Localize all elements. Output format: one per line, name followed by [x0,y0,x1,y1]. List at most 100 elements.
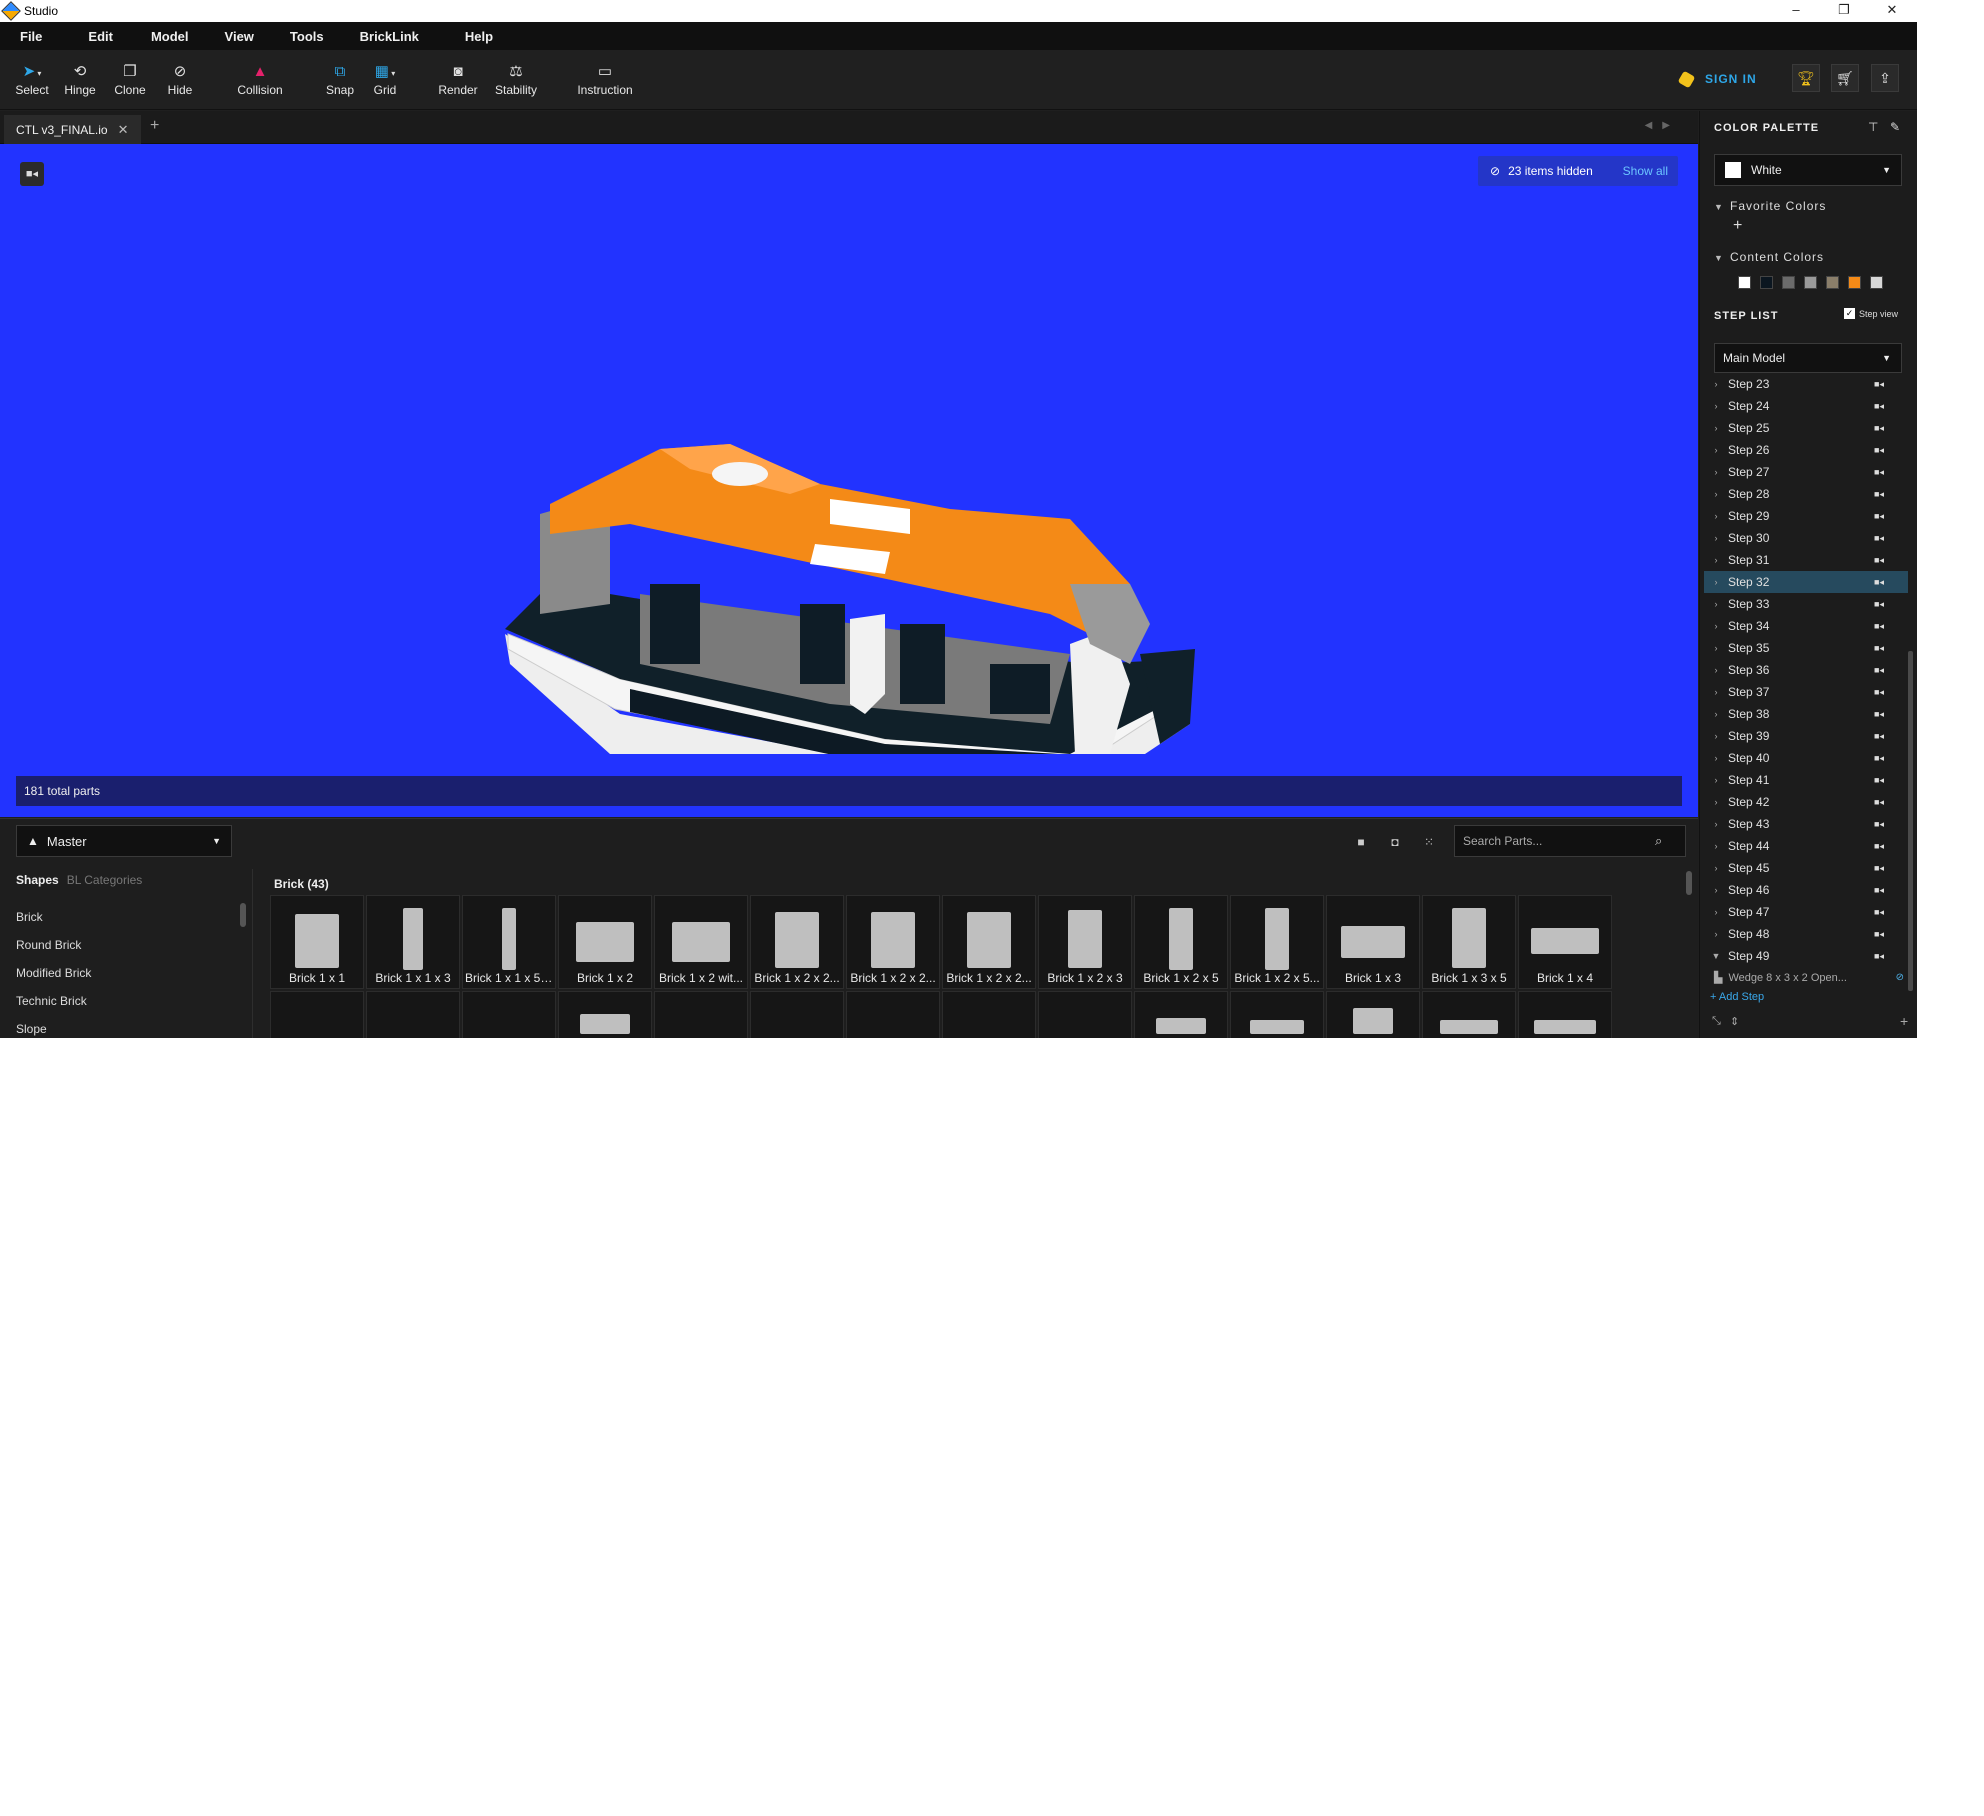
part-tile[interactable] [366,991,460,1038]
close-window-button[interactable]: ✕ [1870,0,1914,22]
step-item[interactable]: › Step 48 ■◂ [1704,923,1908,945]
camera-icon[interactable]: ■◂ [1874,687,1884,698]
large-view-icon[interactable]: ■ [1354,835,1368,849]
hidden-eye-icon[interactable]: ⊘ [1896,972,1904,983]
step-part-item[interactable]: ▙ Wedge 8 x 3 x 2 Open... ⊘ [1714,971,1904,985]
chevron-right-icon[interactable]: › [1704,863,1728,873]
part-tile[interactable]: Brick 1 x 3 x 5 [1422,895,1516,989]
chevron-right-icon[interactable]: › [1704,665,1728,675]
color-swatch[interactable] [1738,276,1751,289]
cart-button[interactable]: 🛒︎ [1831,64,1859,92]
camera-icon[interactable]: ■◂ [1874,885,1884,896]
color-swatch[interactable] [1804,276,1817,289]
menu-bricklink[interactable]: BrickLink [350,29,429,44]
checkbox-checked-icon[interactable]: ✓ [1844,308,1855,319]
menu-view[interactable]: View [215,29,264,44]
snap-tool-button[interactable]: ⧉ Snap [320,62,360,97]
part-tile[interactable] [654,991,748,1038]
part-tile[interactable] [750,991,844,1038]
step-item[interactable]: › Step 32 ■◂ [1704,571,1908,593]
part-tile[interactable]: Brick 1 x 2 x 2... [750,895,844,989]
camera-icon[interactable]: ■◂ [1874,753,1884,764]
palette-dropdown[interactable]: ▲ Master ▼ [16,825,232,857]
chevron-right-icon[interactable]: › [1704,643,1728,653]
grid-tool-button[interactable]: ▦ ▾ Grid [366,62,404,97]
step-item[interactable]: › Step 26 ■◂ [1704,439,1908,461]
chevron-right-icon[interactable]: › [1704,401,1728,411]
camera-icon[interactable]: ■◂ [1874,401,1884,412]
part-tile[interactable] [1038,991,1132,1038]
camera-icon[interactable]: ■◂ [1874,731,1884,742]
step-item[interactable]: › Step 24 ■◂ [1704,395,1908,417]
part-tile[interactable]: Brick 1 x 3 [1326,895,1420,989]
step-item[interactable]: › Step 28 ■◂ [1704,483,1908,505]
render-tool-button[interactable]: ◙ Render [436,62,480,97]
part-tile[interactable] [942,991,1036,1038]
part-tile[interactable] [270,991,364,1038]
camera-icon[interactable]: ■◂ [1874,445,1884,456]
step-item[interactable]: › Step 33 ■◂ [1704,593,1908,615]
sign-in-button[interactable]: SIGN IN [1677,70,1757,88]
show-all-link[interactable]: Show all [1623,164,1668,178]
chevron-right-icon[interactable]: › [1704,467,1728,477]
favorite-colors-header[interactable]: ▼ Favorite Colors [1714,199,1826,213]
camera-icon[interactable]: ■◂ [1874,489,1884,500]
part-tile[interactable]: Brick 1 x 2 x 2... [942,895,1036,989]
part-tile[interactable] [462,991,556,1038]
camera-icon[interactable]: ■◂ [1874,577,1884,588]
step-view-toggle[interactable]: ✓ Step view [1844,308,1898,319]
chevron-right-icon[interactable]: › [1704,819,1728,829]
stability-tool-button[interactable]: ⚖ Stability [490,62,542,97]
chevron-right-icon[interactable]: › [1704,929,1728,939]
part-tile[interactable]: Brick 1 x 1 x 3 [366,895,460,989]
part-tile[interactable] [1422,991,1516,1038]
part-tile[interactable]: Brick 1 x 2 x 3 [1038,895,1132,989]
part-tile[interactable] [558,991,652,1038]
category-scrollbar[interactable] [240,903,246,927]
eyedropper-icon[interactable]: ✎ [1890,120,1900,134]
part-tile[interactable]: Brick 1 x 1 [270,895,364,989]
category-item[interactable]: Technic Brick [0,987,250,1015]
part-tile[interactable]: Brick 1 x 2 x 2... [846,895,940,989]
camera-icon[interactable]: ■◂ [1874,709,1884,720]
camera-icon[interactable]: ■◂ [1874,863,1884,874]
color-dropdown[interactable]: White ▼ [1714,154,1902,186]
step-item[interactable]: › Step 30 ■◂ [1704,527,1908,549]
step-item[interactable]: › Step 34 ■◂ [1704,615,1908,637]
chevron-right-icon[interactable]: › [1704,445,1728,455]
document-tab[interactable]: CTL v3_FINAL.io ✕ [4,115,141,144]
step-item[interactable]: › Step 45 ■◂ [1704,857,1908,879]
part-tile[interactable] [1518,991,1612,1038]
search-icon[interactable]: ⌕ [1655,833,1662,849]
part-tile[interactable] [1326,991,1420,1038]
tab-scroll-arrows[interactable]: ◀▶ [1645,120,1680,131]
step-item[interactable]: › Step 43 ■◂ [1704,813,1908,835]
chevron-right-icon[interactable]: › [1704,709,1728,719]
3d-viewport[interactable]: ■◂ ⊘ 23 items hidden Show all 181 total … [0,144,1698,817]
category-item[interactable]: Modified Brick [0,959,250,987]
step-item[interactable]: › Step 27 ■◂ [1704,461,1908,483]
step-item[interactable]: › Step 38 ■◂ [1704,703,1908,725]
paint-roller-icon[interactable]: ⊤ [1868,120,1878,134]
step-item[interactable]: › Step 29 ■◂ [1704,505,1908,527]
camera-icon[interactable]: ■◂ [1874,907,1884,918]
search-parts-input[interactable] [1455,834,1655,848]
chevron-right-icon[interactable]: › [1704,489,1728,499]
chevron-right-icon[interactable]: › [1704,841,1728,851]
camera-icon[interactable]: ■◂ [1874,379,1884,390]
chevron-right-icon[interactable]: › [1704,423,1728,433]
chevron-right-icon[interactable]: › [1704,753,1728,763]
hinge-tool-button[interactable]: ⟲ Hinge [62,62,98,97]
collapse-all-icon[interactable]: ⤡ [1712,1015,1721,1028]
category-item[interactable]: Round Brick [0,931,250,959]
step-item[interactable]: › Step 40 ■◂ [1704,747,1908,769]
step-item[interactable]: › Step 46 ■◂ [1704,879,1908,901]
camera-icon[interactable]: ■◂ [1874,467,1884,478]
camera-icon[interactable]: ■◂ [1874,797,1884,808]
chevron-right-icon[interactable]: › [1704,511,1728,521]
select-tool-button[interactable]: ➤ ▾ Select [14,62,50,97]
chevron-right-icon[interactable]: › [1704,687,1728,697]
color-swatch[interactable] [1782,276,1795,289]
add-step-button[interactable]: + Add Step [1710,991,1764,1003]
step-item[interactable]: › Step 36 ■◂ [1704,659,1908,681]
